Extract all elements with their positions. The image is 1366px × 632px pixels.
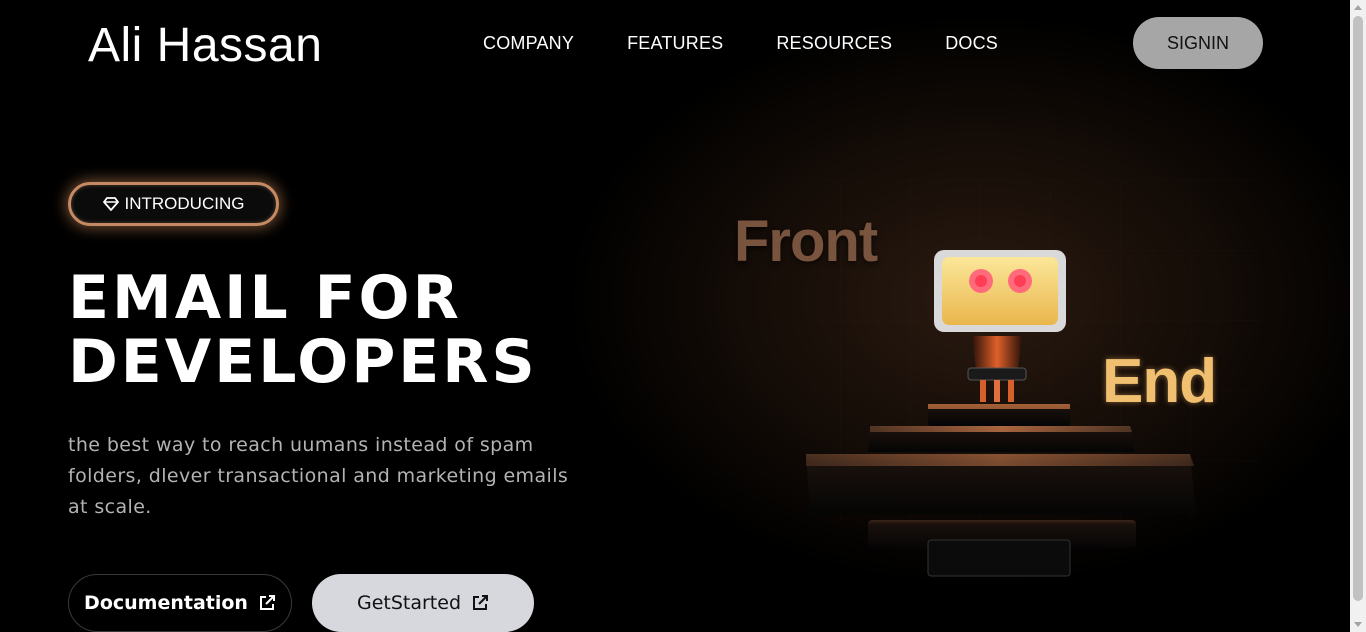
main-nav: COMPANY FEATURES RESOURCES DOCS [483,33,998,54]
external-link-icon [471,594,489,612]
nav-company[interactable]: COMPANY [483,33,574,54]
vertical-scrollbar[interactable] [1350,0,1366,632]
documentation-label: Documentation [84,592,248,614]
nav-docs[interactable]: DOCS [945,33,998,54]
introducing-badge[interactable]: INTRODUCING [68,182,279,226]
nav-resources[interactable]: RESOURCES [776,33,892,54]
documentation-button[interactable]: Documentation [68,574,292,632]
badge-label: INTRODUCING [124,194,245,213]
hero-illustration: Front End [700,180,1260,600]
external-link-icon [258,594,276,612]
front-word: Front [734,209,878,274]
get-started-label: GetStarted [356,592,462,614]
scroll-up-icon[interactable] [1354,5,1362,10]
headline-line-1: EMAIL FOR [68,263,462,333]
get-started-button[interactable]: GetStarted [312,574,534,632]
signin-button[interactable]: SIGNIN [1133,17,1263,69]
landing-page: Ali Hassan COMPANY FEATURES RESOURCES DO… [0,0,1350,632]
hero-headline: EMAIL FOR DEVELOPERS [68,266,628,394]
nav-features[interactable]: FEATURES [627,33,723,54]
site-logo[interactable]: Ali Hassan [88,18,322,73]
gem-icon [102,196,119,212]
headline-line-2: DEVELOPERS [68,327,538,397]
hero-subtext: the best way to reach uumans instead of … [68,434,569,518]
end-word: End [1102,347,1217,416]
scroll-down-icon[interactable] [1354,622,1362,627]
scrollbar-thumb[interactable] [1353,16,1363,601]
